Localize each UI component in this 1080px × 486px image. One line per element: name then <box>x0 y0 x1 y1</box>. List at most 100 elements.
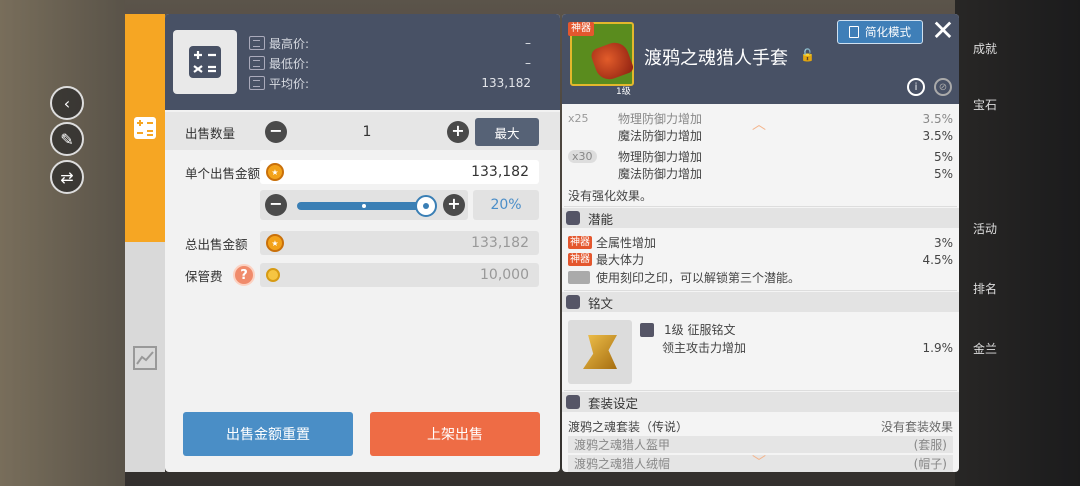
inscription-grade-icon <box>640 322 654 337</box>
glove-icon <box>589 38 635 84</box>
total-price-value: 133,182 <box>471 235 529 251</box>
price-slider-knob[interactable] <box>415 195 437 217</box>
inscription-value: 1.9% <box>922 340 954 355</box>
max-quantity-button[interactable]: 最大 <box>475 118 539 146</box>
set-icon <box>566 395 580 409</box>
unit-price-value: 133,182 <box>471 164 529 180</box>
menu-label: 活动 <box>972 222 997 236</box>
divider <box>564 290 957 291</box>
increase-price-button[interactable]: + <box>443 194 465 216</box>
increase-quantity-button[interactable]: + <box>447 121 469 143</box>
stat-name: 物理防御力增加 <box>618 150 703 164</box>
inscription-section-header: 铭文 <box>562 292 959 312</box>
compare-icon[interactable]: ⊘ <box>934 78 952 96</box>
price-label: 最低价: <box>269 56 310 71</box>
inscription-name: 1级 征服铭文 <box>664 323 736 337</box>
stat-name: 物理防御力增加 <box>618 112 703 126</box>
decrease-price-button[interactable]: − <box>265 194 287 216</box>
stat-line: x30 物理防御力增加 5% <box>562 148 959 165</box>
fee-label: 保管费 <box>185 268 223 284</box>
close-button[interactable]: ✕ <box>930 17 956 45</box>
barcode-icon <box>249 36 265 50</box>
sell-panel: 最高价: – 最低价: – 平均价: 133,182 出售数量 − 1 + 最大… <box>165 14 560 472</box>
price-summary: 最高价: – 最低价: – 平均价: 133,182 <box>165 14 560 110</box>
set-piece-name: 渡鸦之魂猎人绒帽 <box>574 457 671 471</box>
stat-line: 魔法防御力增加 5% <box>562 165 959 182</box>
price-percent: 20% <box>473 190 539 220</box>
set-section-header: 套装设定 <box>562 392 959 412</box>
seal-icon <box>568 271 590 284</box>
stat-value: 5% <box>933 166 953 181</box>
section-title: 潜能 <box>588 211 614 227</box>
meso-coin-icon: ★ <box>266 163 284 181</box>
potential-name: 全属性增加 <box>596 236 657 250</box>
potential-line: 神器 全属性增加 3% <box>562 234 959 251</box>
stat-name: 魔法防御力增加 <box>618 129 703 143</box>
total-price-field: ★ 133,182 <box>260 231 539 255</box>
calculator-icon <box>133 116 157 140</box>
fee-field: 10,000 <box>260 263 539 287</box>
artifact-badge: 神器 <box>568 22 594 36</box>
potential-hint: 使用刻印之印，可以解锁第三个潜能。 <box>562 269 959 286</box>
stat-line: x25 物理防御力增加 3.5% <box>562 110 959 127</box>
scroll-down-icon[interactable]: ﹀ <box>752 452 766 472</box>
menu-label: 排名 <box>972 282 997 296</box>
artifact-badge: 神器 <box>568 253 592 266</box>
menu-label: 宝石 <box>972 98 997 112</box>
chart-icon <box>133 346 157 370</box>
no-enhance-text: 没有强化效果。 <box>568 189 653 203</box>
quest-icon[interactable]: ✎ <box>50 122 84 156</box>
menu-label: 金兰 <box>972 342 997 356</box>
potential-name: 最大体力 <box>596 253 645 267</box>
fee-help-button[interactable]: ? <box>233 264 255 286</box>
list-for-sale-button[interactable]: 上架出售 <box>370 412 540 456</box>
potential-value: 4.5% <box>922 252 954 267</box>
lowest-price-row: 最低价: – <box>249 54 549 72</box>
set-effect-status: 没有套装效果 <box>880 420 953 434</box>
inscription-effect: 领主攻击力增加 <box>662 341 747 355</box>
inscription-name-line: 1级 征服铭文 <box>640 321 959 338</box>
info-icon[interactable]: i <box>907 78 925 96</box>
divider <box>564 206 957 207</box>
potential-line: 神器 最大体力 4.5% <box>562 251 959 268</box>
potential-value: 3% <box>933 235 953 250</box>
unlock-icon: 🔓 <box>800 48 815 62</box>
inscription-icon <box>566 295 580 309</box>
enhance-count: x25 <box>568 112 589 125</box>
stat-value: 3.5% <box>922 128 954 143</box>
set-name: 渡鸦之魂套装（传说） <box>568 420 689 434</box>
hint-text: 使用刻印之印，可以解锁第三个潜能。 <box>596 271 801 285</box>
meso-coin-icon: ★ <box>266 234 284 252</box>
divider <box>564 390 957 391</box>
average-price-row: 平均价: 133,182 <box>249 74 549 92</box>
section-title: 铭文 <box>588 295 614 311</box>
total-price-label: 总出售金额 <box>185 236 248 252</box>
tab-strip <box>125 14 165 472</box>
highest-price-row: 最高价: – <box>249 34 549 52</box>
handshake-icon[interactable]: ⇄ <box>50 160 84 194</box>
simple-mode-button[interactable]: 简化模式 <box>837 20 923 44</box>
price-value: – <box>525 36 531 50</box>
tab-price-history[interactable] <box>125 242 165 472</box>
barcode-icon <box>249 76 265 90</box>
unit-price-input[interactable]: ★ 133,182 <box>260 160 539 184</box>
potential-section-header: 潜能 <box>562 208 959 228</box>
conquest-rune-icon <box>583 335 617 369</box>
quantity-label: 出售数量 <box>185 125 236 141</box>
decrease-quantity-button[interactable]: − <box>265 121 287 143</box>
back-arrow-icon[interactable]: ‹ <box>50 86 84 120</box>
price-label: 平均价: <box>269 76 310 91</box>
unit-price-label: 单个出售金额 <box>185 165 261 181</box>
document-icon <box>849 26 859 38</box>
section-title: 套装设定 <box>588 395 639 411</box>
tab-sell[interactable] <box>125 14 165 242</box>
calculator-icon <box>173 30 237 94</box>
barcode-icon <box>249 56 265 70</box>
stat-value: 3.5% <box>922 111 954 126</box>
reset-price-button[interactable]: 出售金额重置 <box>183 412 353 456</box>
menu-label: 成就 <box>972 42 997 56</box>
enhance-count: x30 <box>562 150 618 163</box>
potential-icon <box>566 211 580 225</box>
item-header: 1级 神器 渡鸦之魂猎人手套 🔓 简化模式 ✕ i ⊘ <box>562 14 959 104</box>
stat-name: 魔法防御力增加 <box>618 167 703 181</box>
